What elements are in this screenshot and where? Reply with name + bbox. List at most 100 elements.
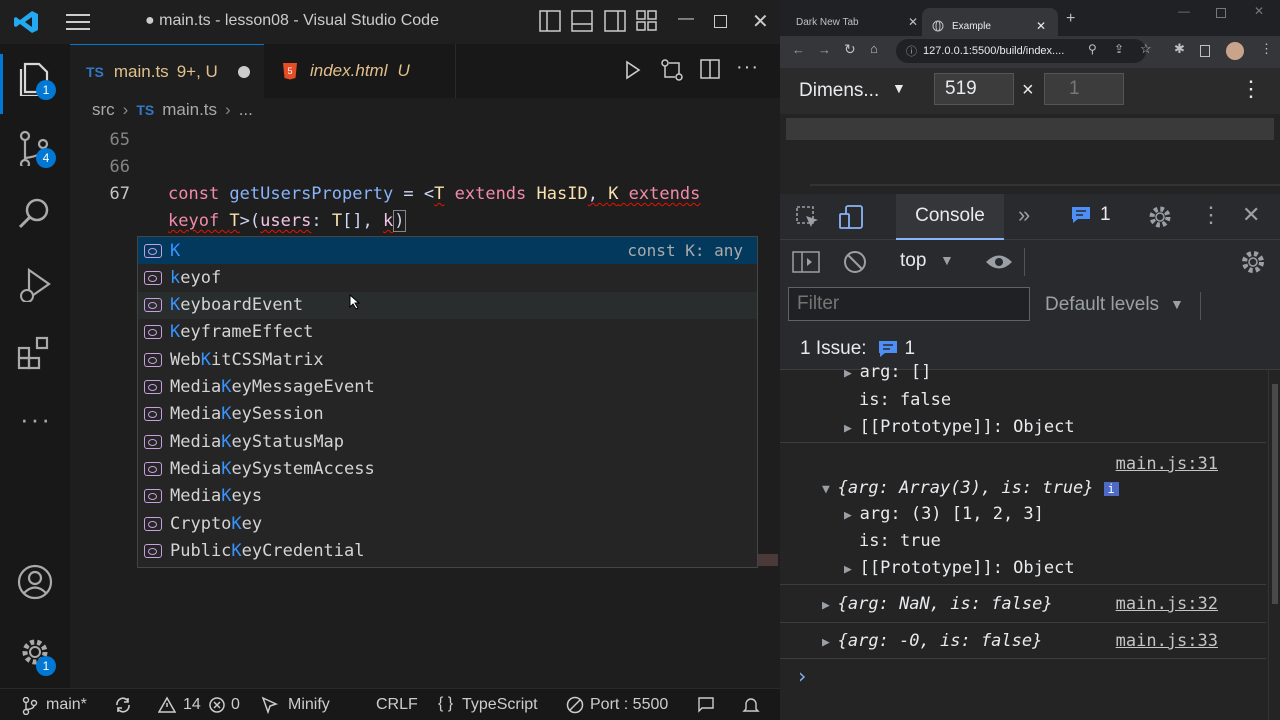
- close-icon[interactable]: ✕: [752, 9, 769, 34]
- customize-layout-icon[interactable]: [636, 10, 658, 32]
- code-line-67[interactable]: const getUsersProperty = <T extends HasI…: [168, 184, 700, 204]
- extensions-icon[interactable]: [17, 336, 53, 372]
- feedback-icon[interactable]: [697, 696, 715, 714]
- sync-icon[interactable]: [114, 696, 132, 714]
- source-link[interactable]: main.js:31: [1116, 454, 1218, 474]
- collapse-arrow-icon[interactable]: ▼: [822, 482, 838, 497]
- source-link[interactable]: main.js:32: [1116, 594, 1218, 614]
- clear-console-icon[interactable]: [842, 249, 868, 275]
- zoom-icon[interactable]: ⚲: [1088, 42, 1097, 56]
- new-tab-icon[interactable]: +: [1066, 10, 1075, 28]
- branch-name[interactable]: main*: [46, 696, 87, 714]
- suggestion-item[interactable]: MediaKeyMessageEvent: [138, 374, 757, 401]
- reload-icon[interactable]: ↻: [844, 41, 856, 58]
- suggestion-item[interactable]: Kconst K: any: [138, 237, 757, 264]
- suggestion-item[interactable]: MediaKeySystemAccess: [138, 455, 757, 482]
- side-panel-icon[interactable]: [1200, 45, 1210, 57]
- minimize-icon[interactable]: —: [1178, 4, 1190, 18]
- console-scrollbar[interactable]: [1268, 370, 1280, 720]
- source-link[interactable]: main.js:33: [1116, 631, 1218, 651]
- breadcrumb-symbol[interactable]: ...: [239, 100, 253, 120]
- tab-main-ts[interactable]: TS main.ts 9+, U: [70, 44, 264, 98]
- expand-arrow-icon[interactable]: ▶: [844, 508, 860, 523]
- log-levels-select[interactable]: Default levels: [1045, 294, 1159, 316]
- breadcrumb-folder[interactable]: src: [92, 100, 115, 120]
- suggestion-item[interactable]: MediaKeyStatusMap: [138, 428, 757, 455]
- console-line[interactable]: ▶ {arg: NaN, is: false}: [822, 594, 1053, 614]
- code-line-67-wrap[interactable]: keyof T>(users: T[], k): [168, 210, 406, 232]
- expand-arrow-icon[interactable]: ▶: [844, 366, 860, 381]
- expand-arrow-icon[interactable]: ▶: [822, 635, 838, 650]
- suggestion-item[interactable]: MediaKeySession: [138, 401, 757, 428]
- more-icon[interactable]: ···: [20, 404, 52, 435]
- minimize-icon[interactable]: —: [678, 10, 694, 28]
- unsaved-dot-icon[interactable]: [237, 65, 250, 78]
- dropdown-arrow-icon[interactable]: ▼: [892, 80, 906, 96]
- error-count[interactable]: 0: [231, 696, 240, 714]
- accounts-icon[interactable]: [17, 564, 53, 600]
- expand-arrow-icon[interactable]: ▶: [822, 598, 838, 613]
- notifications-bell-icon[interactable]: [742, 696, 760, 714]
- suggestion-item[interactable]: CryptoKey: [138, 510, 757, 537]
- settings-gear-icon[interactable]: [1148, 205, 1172, 229]
- issues-link[interactable]: 1 Issue: 1: [800, 338, 915, 360]
- info-icon[interactable]: i: [1103, 482, 1119, 496]
- language-mode[interactable]: TypeScript: [462, 696, 538, 714]
- console-line[interactable]: ▶ [[Prototype]]: Object: [844, 417, 1075, 437]
- suggestion-item[interactable]: PublicKeyCredential: [138, 537, 757, 564]
- live-server-port[interactable]: Port : 5500: [590, 696, 668, 714]
- maximize-icon[interactable]: [714, 15, 727, 28]
- profile-avatar[interactable]: [1226, 42, 1244, 60]
- context-select[interactable]: top: [900, 250, 926, 272]
- height-input[interactable]: 1: [1044, 73, 1124, 105]
- warning-count[interactable]: 14: [183, 696, 201, 714]
- live-expression-eye-icon[interactable]: [984, 251, 1014, 273]
- device-toggle-icon[interactable]: [838, 204, 866, 232]
- warning-icon[interactable]: [158, 696, 176, 714]
- suggestion-item[interactable]: KeyframeEffect: [138, 319, 757, 346]
- extensions-puzzle-icon[interactable]: ✱: [1174, 41, 1185, 57]
- close-devtools-icon[interactable]: ✕: [1242, 202, 1260, 228]
- back-icon[interactable]: ←: [792, 42, 805, 57]
- console-line[interactable]: ▶ arg: []: [844, 362, 931, 382]
- minify-button[interactable]: Minify: [288, 696, 330, 714]
- chrome-menu-icon[interactable]: ⋮: [1260, 41, 1273, 57]
- dropdown-arrow-icon[interactable]: ▼: [1170, 296, 1184, 312]
- console-line[interactable]: ▶ [[Prototype]]: Object: [844, 558, 1075, 578]
- issues-counter[interactable]: 1: [1070, 204, 1111, 226]
- console-line[interactable]: ▶ arg: (3) [1, 2, 3]: [844, 504, 1044, 524]
- address-bar[interactable]: ⓘ 127.0.0.1:5500/build/index....: [896, 39, 1146, 63]
- suggestion-item[interactable]: WebKitCSSMatrix: [138, 346, 757, 373]
- suggestion-item[interactable]: KeyboardEvent: [138, 291, 757, 319]
- width-input[interactable]: 519: [934, 73, 1014, 105]
- filter-input[interactable]: [788, 287, 1030, 321]
- split-editor-icon[interactable]: [700, 59, 720, 79]
- eol-indicator[interactable]: CRLF: [376, 696, 418, 714]
- tab-dark-new-tab[interactable]: Dark New Tab ✕: [788, 8, 918, 36]
- bookmark-star-icon[interactable]: ☆: [1140, 41, 1152, 57]
- expand-arrow-icon[interactable]: ▶: [844, 421, 860, 436]
- close-tab-icon[interactable]: ✕: [1036, 19, 1046, 33]
- sidebar-toggle-icon[interactable]: [792, 250, 820, 274]
- devtools-menu-icon[interactable]: ⋮: [1200, 202, 1222, 228]
- info-icon[interactable]: ⓘ: [906, 43, 917, 59]
- home-icon[interactable]: ⌂: [870, 41, 878, 56]
- compare-changes-icon[interactable]: [660, 58, 684, 82]
- tab-console[interactable]: Console: [896, 194, 1004, 240]
- error-icon[interactable]: [208, 696, 226, 714]
- dropdown-arrow-icon[interactable]: ▼: [940, 252, 954, 268]
- device-more-icon[interactable]: ⋮: [1240, 76, 1262, 102]
- console-line[interactable]: ▼ {arg: Array(3), is: true} i: [822, 478, 1119, 498]
- maximize-icon[interactable]: [1216, 8, 1226, 18]
- tab-index-html[interactable]: 5 index.html U: [264, 44, 456, 98]
- dimensions-select[interactable]: Dimens...: [799, 80, 879, 102]
- more-tabs-icon[interactable]: »: [1018, 202, 1030, 228]
- console-settings-gear-icon[interactable]: [1240, 249, 1266, 275]
- toggle-sidebar-icon[interactable]: [539, 10, 561, 32]
- share-icon[interactable]: ⇪: [1114, 42, 1124, 56]
- run-debug-icon[interactable]: [17, 266, 53, 302]
- menu-icon[interactable]: [66, 12, 90, 32]
- inspect-element-icon[interactable]: [796, 206, 820, 230]
- console-line[interactable]: ▶ {arg: -0, is: false}: [822, 631, 1042, 651]
- close-icon[interactable]: ✕: [1254, 4, 1264, 18]
